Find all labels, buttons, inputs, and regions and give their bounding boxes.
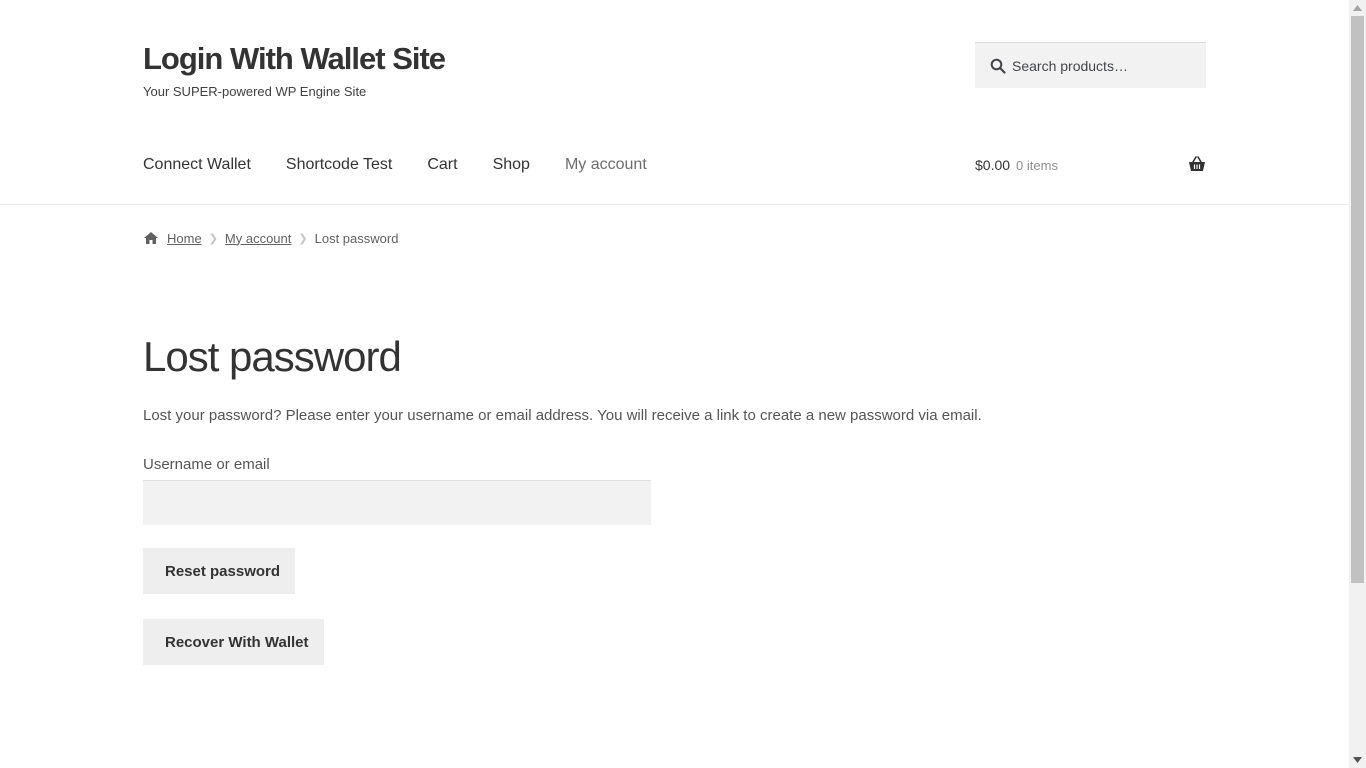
search-input[interactable] [1012,45,1202,86]
breadcrumb-my-account[interactable]: My account [225,231,291,246]
primary-navigation: Connect Wallet Shortcode Test Cart Shop … [143,153,682,177]
breadcrumb-separator-icon: ❯ [208,232,218,245]
intro-text: Lost your password? Please enter your us… [143,407,982,424]
breadcrumb-separator-icon: ❯ [298,232,308,245]
page-title: Lost password [143,333,402,380]
scrollbar-thumb[interactable] [1351,16,1364,583]
site-tagline: Your SUPER-powered WP Engine Site [143,84,367,99]
scroll-down-arrow-icon[interactable] [1353,757,1362,763]
nav-item-connect-wallet[interactable]: Connect Wallet [143,156,251,174]
nav-item-cart[interactable]: Cart [427,156,457,174]
page: Login With Wallet Site Your SUPER-powere… [0,0,1366,768]
site-header: Login With Wallet Site Your SUPER-powere… [0,0,1349,205]
breadcrumb-home[interactable]: Home [167,231,202,246]
nav-item-shortcode-test[interactable]: Shortcode Test [286,156,392,174]
username-email-input[interactable] [143,480,651,525]
home-icon [144,232,158,244]
cart-amount: $0.00 [975,157,1011,173]
vertical-scrollbar[interactable] [1349,0,1366,768]
cart-count: 0 items [1016,157,1058,173]
nav-item-my-account[interactable]: My account [565,156,647,174]
breadcrumb-current: Lost password [314,230,399,246]
nav-item-shop[interactable]: Shop [493,156,530,174]
basket-icon [1189,156,1205,171]
reset-password-button[interactable]: Reset password [143,548,295,594]
mini-cart[interactable]: $0.00 0 items [975,153,1206,177]
search-icon [990,58,1006,74]
scroll-up-arrow-icon[interactable] [1353,5,1362,11]
recover-with-wallet-button[interactable]: Recover With Wallet [143,619,324,665]
username-email-label: Username or email [143,456,270,473]
product-search [975,42,1206,88]
breadcrumb: Home ❯ My account ❯ Lost password [143,229,398,247]
site-title-link[interactable]: Login With Wallet Site [143,41,446,77]
